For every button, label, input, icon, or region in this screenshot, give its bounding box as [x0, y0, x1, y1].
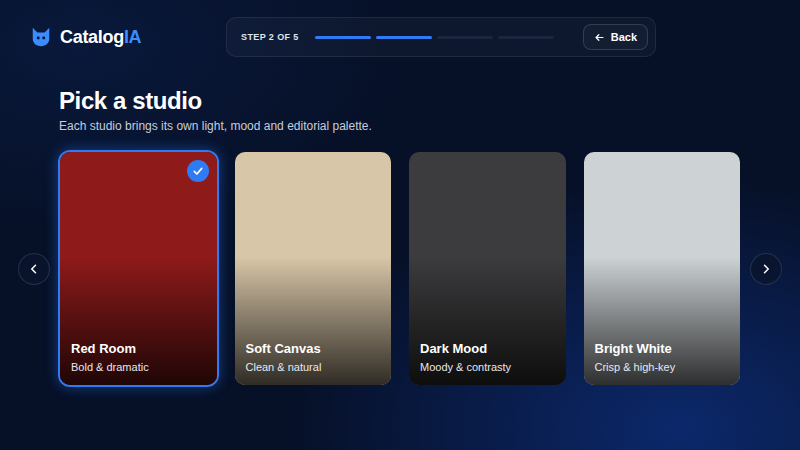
- studio-card[interactable]: Dark Mood Moody & contrasty: [407, 150, 568, 387]
- progress-segment: [498, 36, 554, 39]
- card-caption: Dark Mood Moody & contrasty: [420, 341, 558, 373]
- chevron-right-icon: [760, 263, 772, 275]
- check-icon: [192, 165, 204, 177]
- progress-segment: [315, 36, 371, 39]
- studio-description: Moody & contrasty: [420, 361, 558, 373]
- back-button[interactable]: Back: [583, 24, 648, 50]
- chevron-left-icon: [28, 263, 40, 275]
- progress-segment: [437, 36, 493, 39]
- studio-name: Bright White: [595, 341, 733, 356]
- back-label: Back: [611, 31, 637, 43]
- intro: Pick a studio Each studio brings its own…: [0, 57, 800, 133]
- studio-name: Dark Mood: [420, 341, 558, 356]
- studio-name: Red Room: [71, 341, 209, 356]
- header: CatalogIA STEP 2 OF 5 Back: [0, 0, 800, 57]
- studio-card[interactable]: Bright White Crisp & high-key: [582, 150, 743, 387]
- studio-description: Crisp & high-key: [595, 361, 733, 373]
- stepper: STEP 2 OF 5 Back: [226, 17, 656, 57]
- card-caption: Red Room Bold & dramatic: [71, 341, 209, 373]
- subtitle: Each studio brings its own light, mood a…: [59, 119, 800, 133]
- studio-card[interactable]: Red Room Bold & dramatic: [58, 150, 219, 387]
- progress-segments: [315, 36, 554, 39]
- brand-accent: IA: [124, 27, 141, 47]
- brand-name: CatalogIA: [60, 27, 141, 48]
- studio-description: Clean & natural: [246, 361, 384, 373]
- studio-card[interactable]: Soft Canvas Clean & natural: [233, 150, 394, 387]
- card-caption: Soft Canvas Clean & natural: [246, 341, 384, 373]
- title: Pick a studio: [59, 87, 800, 115]
- studio-name: Soft Canvas: [246, 341, 384, 356]
- cat-logo-icon: [30, 26, 52, 48]
- page: CatalogIA STEP 2 OF 5 Back Pick a studio…: [0, 0, 800, 450]
- studio-carousel: Red Room Bold & dramatic Soft Canvas Cle…: [0, 150, 800, 387]
- arrow-left-icon: [594, 32, 605, 43]
- logo[interactable]: CatalogIA: [30, 26, 226, 48]
- card-caption: Bright White Crisp & high-key: [595, 341, 733, 373]
- next-button[interactable]: [750, 253, 782, 285]
- selected-badge: [187, 160, 209, 182]
- studio-list: Red Room Bold & dramatic Soft Canvas Cle…: [58, 150, 742, 387]
- previous-button[interactable]: [18, 253, 50, 285]
- progress-segment: [376, 36, 432, 39]
- studio-description: Bold & dramatic: [71, 361, 209, 373]
- step-label: STEP 2 OF 5: [241, 32, 299, 42]
